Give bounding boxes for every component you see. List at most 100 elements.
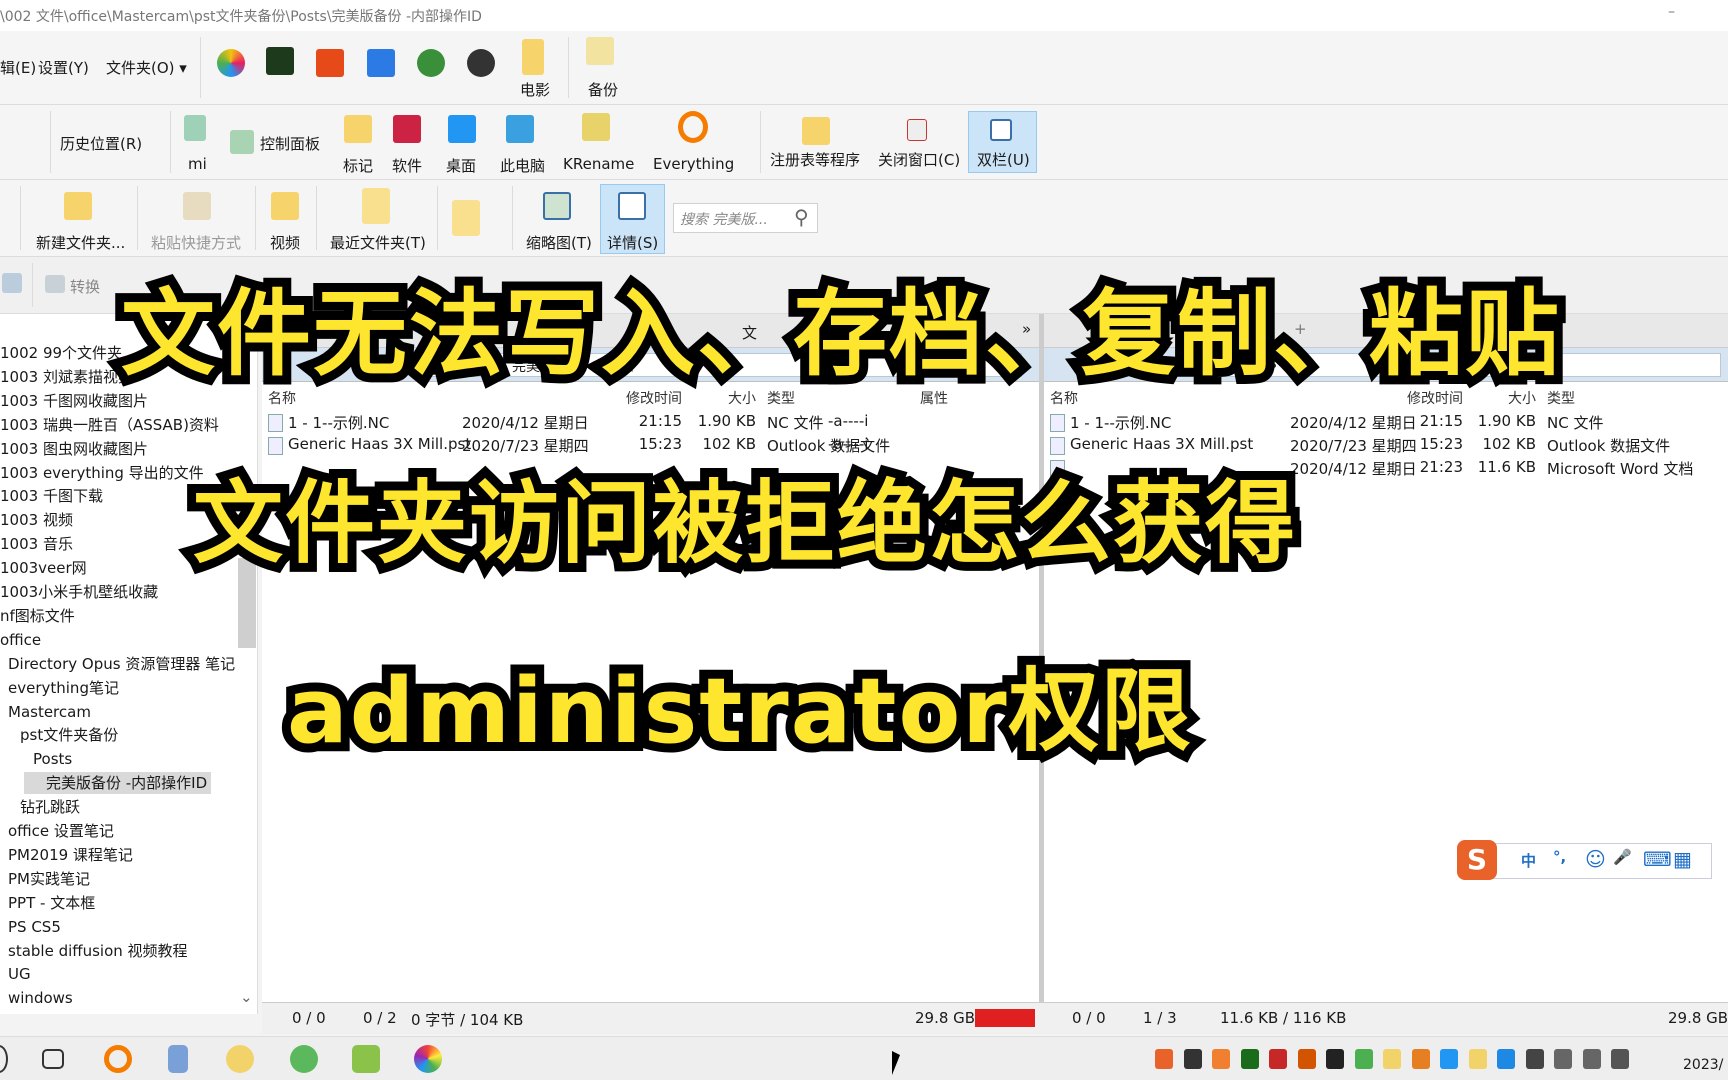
tree-scroll-down-icon[interactable]: ⌄ [240,988,253,1006]
tree-item[interactable]: nf图标文件 [0,605,75,627]
tree-item[interactable]: 1003 刘斌素描视频 [0,366,133,388]
tree-item[interactable]: 1003 音乐 [0,533,73,555]
tree-item[interactable]: 1003 千图下载 [0,485,103,507]
thumbnails-button[interactable]: 缩略图(T) [526,232,592,253]
software-button[interactable]: 软件 [392,155,422,176]
mi-button[interactable]: mi [188,155,207,173]
tree-item[interactable]: 1003 瑞典一胜百（ASSAB)资料 [0,414,219,436]
tree-item[interactable]: 1003veer网 [0,557,87,579]
tree-item[interactable]: 钻孔跳跃 [20,796,80,818]
tray-icon[interactable] [1297,1049,1316,1069]
tree-item[interactable]: stable diffusion 视频教程 [8,940,188,962]
editor-taskbar-icon[interactable] [352,1045,380,1073]
office-icon[interactable] [316,49,344,77]
view-icon[interactable] [2,273,22,293]
minimize-button[interactable]: – [1668,4,1675,20]
tray-icon[interactable] [1212,1049,1230,1069]
tray-icon[interactable] [1326,1049,1344,1069]
backup-label[interactable]: 备份 [588,79,618,100]
sogou-logo-icon[interactable]: S [1457,840,1497,880]
mark-button[interactable]: 标记 [343,155,373,176]
tree-item[interactable]: 完美版备份 -内部操作ID [24,772,212,795]
tray-icon[interactable] [1497,1049,1515,1069]
tray-icon[interactable] [1611,1049,1629,1069]
search-icon[interactable] [0,1045,8,1073]
everything-taskbar-icon[interactable] [104,1045,132,1073]
tray-icon[interactable] [1440,1049,1458,1069]
new-folder-button[interactable]: 新建文件夹... [36,232,125,253]
tree-item[interactable]: 1003小米手机壁纸收藏 [0,581,158,603]
layout-dropdown-icon[interactable] [452,200,480,236]
ime-apps-icon[interactable]: ▦ [1673,847,1692,871]
desktop-button[interactable]: 桌面 [446,155,476,176]
movie-label[interactable]: 电影 [520,79,550,100]
tray-icon[interactable] [1354,1049,1373,1069]
tray-icon[interactable] [1582,1049,1601,1069]
recent-folders-button[interactable]: 最近文件夹(T) [330,232,426,253]
tray-icon[interactable] [1240,1049,1259,1069]
search-icon[interactable]: ⚲ [794,205,809,229]
registry-button[interactable]: 注册表等程序 [770,149,860,170]
history-button[interactable]: 历史位置(R) [60,133,142,154]
file-name[interactable]: 1 - 1--示例.NC [288,412,389,433]
ime-punct-toggle[interactable]: °, [1553,848,1566,866]
everything-button[interactable]: Everything [653,155,734,173]
tray-icon[interactable] [1155,1049,1173,1069]
tray-icon[interactable] [1183,1049,1202,1069]
opus-taskbar-icon[interactable] [226,1045,254,1073]
bird-app-icon[interactable] [367,49,395,77]
tree-item[interactable]: office [0,629,41,651]
wenjian-app-icon[interactable] [266,47,294,75]
tree-item[interactable]: Posts [33,748,72,770]
tree-item[interactable]: everything笔记 [8,677,119,699]
tree-item[interactable]: 1003 图虫网收藏图片 [0,438,148,460]
krename-button[interactable]: KRename [563,155,634,173]
paste-shortcut-button[interactable]: 粘贴快捷方式 [151,232,241,253]
tray-icon[interactable] [1269,1049,1287,1069]
notepad-taskbar-icon[interactable] [168,1045,188,1073]
tree-item[interactable]: PM实践笔记 [8,868,90,890]
clover-taskbar-icon[interactable] [290,1045,318,1073]
tree-item[interactable]: 1002 99个文件夹 [0,342,122,364]
convert-button[interactable]: 转换 [70,276,100,297]
color-app-icon[interactable] [217,49,245,77]
tree-item[interactable]: PS CS5 [8,916,61,938]
tray-icon[interactable] [1554,1049,1572,1069]
tray-icon[interactable] [1525,1049,1544,1069]
tray-icon[interactable] [1383,1049,1401,1069]
this-pc-button[interactable]: 此电脑 [500,155,545,176]
tray-icon[interactable] [1411,1049,1430,1069]
control-panel-button[interactable]: 控制面板 [260,133,320,154]
tree-item[interactable]: UG [8,963,31,985]
tree-item[interactable]: PPT - 文本框 [8,892,95,914]
color-taskbar-icon[interactable] [414,1045,442,1073]
tree-item[interactable]: 1003 视频 [0,509,73,531]
ime-mic-icon[interactable]: 🎤 [1613,848,1632,866]
movie-folder-icon[interactable] [522,39,544,75]
task-view-icon[interactable] [42,1049,64,1069]
tree-item[interactable]: 1003 everything 导出的文件 [0,462,204,484]
tree-item[interactable]: pst文件夹备份 [20,724,118,746]
menu-edit[interactable]: 辑(E) [0,57,36,78]
clock[interactable]: 2023/ [1683,1057,1723,1073]
tree-item[interactable]: Mastercam [8,701,91,723]
right-size: 11.6 KB / 116 KB [1220,1009,1347,1027]
obs-icon[interactable] [467,49,495,77]
computer-icon[interactable] [184,115,206,141]
backup-icon[interactable] [586,37,614,65]
menu-settings[interactable]: 设置(Y) [38,57,89,78]
tree-item[interactable]: windows [8,987,73,1009]
ime-lang-toggle[interactable]: 中 [1521,850,1536,871]
title-bar: \002 文件\office\Mastercam\pst文件夹备份\Posts\… [0,0,1728,31]
ime-emoji-icon[interactable]: ☺ [1585,847,1606,871]
tree-item[interactable]: PM2019 课程笔记 [8,844,133,866]
video-button[interactable]: 视频 [270,232,300,253]
menu-folder[interactable]: 文件夹(O) ▾ [106,57,187,78]
tree-item[interactable]: Directory Opus 资源管理器 笔记 [8,653,235,675]
ime-keyboard-icon[interactable]: ⌨ [1643,847,1672,871]
close-window-button[interactable]: 关闭窗口(C) [878,149,960,170]
file-name[interactable]: 1 - 1--示例.NC [1070,412,1171,433]
tree-item[interactable]: office 设置笔记 [8,820,114,842]
download-manager-icon[interactable] [417,49,445,77]
tray-icon[interactable] [1468,1049,1487,1069]
